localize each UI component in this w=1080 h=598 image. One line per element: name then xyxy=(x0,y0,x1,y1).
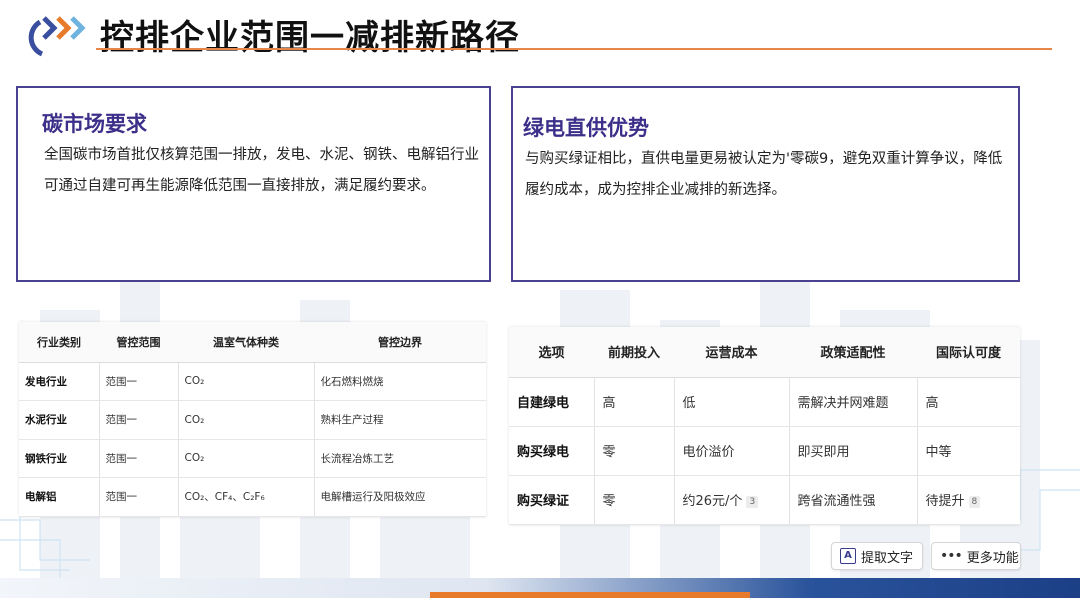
citation-badge[interactable]: 3 xyxy=(746,495,759,508)
card-body: 全国碳市场首批仅核算范围一排放，发电、水泥、钢铁、电解铝行业可通过自建可再生能源… xyxy=(44,147,479,194)
table-row: 发电行业 范围一 CO₂ 化石燃料燃烧 xyxy=(19,362,486,401)
table-cell: CO₂ xyxy=(178,400,315,440)
table-cell: 长流程冶炼工艺 xyxy=(314,439,486,478)
table-header-row: 行业类别 管控范围 温室气体种类 管控边界 xyxy=(19,322,486,363)
table-cell: 发电行业 xyxy=(19,362,100,401)
table-cell: CO₂、CF₄、C₂F₆ xyxy=(178,477,315,517)
table-cell: 零 xyxy=(594,426,675,476)
table-cell: CO₂ xyxy=(178,439,315,478)
table-row: 购买绿证 零 约26元/个 3 跨省流通性强 待提升 8 xyxy=(509,475,1020,525)
extract-text-button[interactable]: A 提取文字 xyxy=(831,542,923,570)
table-cell: 范围一 xyxy=(99,439,179,478)
text-extract-icon: A xyxy=(840,548,856,564)
table-cell: 高 xyxy=(917,377,1020,427)
column-header: 管控边界 xyxy=(314,322,486,363)
table-cell: 零 xyxy=(594,475,675,525)
green-power-options-table: 选项 前期投入 运营成本 政策适配性 国际认可度 自建绿电 高 低 需解决并网难… xyxy=(509,327,1020,525)
page-title: 控排企业范围一减排新路径 xyxy=(100,18,520,58)
column-header: 国际认可度 xyxy=(917,327,1020,378)
table-row: 水泥行业 范围一 CO₂ 熟料生产过程 xyxy=(19,400,486,440)
more-functions-label: 更多功能 xyxy=(966,550,1019,566)
table-cell: 购买绿证 xyxy=(509,475,595,525)
table-cell: 钢铁行业 xyxy=(19,439,100,478)
table-cell: 跨省流通性强 xyxy=(789,475,918,525)
table-cell: 化石燃料燃烧 xyxy=(314,362,486,401)
footer-color-bar xyxy=(0,578,1080,598)
card-body: 与购买绿证相比，直供电量更易被认定为'零碳9，避免双重计算争议，降低履约成本，成… xyxy=(525,151,1003,198)
table-cell: 范围一 xyxy=(99,362,179,401)
table-row: 电解铝 范围一 CO₂、CF₄、C₂F₆ 电解槽运行及阳极效应 xyxy=(19,477,486,517)
table-cell: 范围一 xyxy=(99,400,179,440)
table-cell: 熟料生产过程 xyxy=(314,400,486,440)
extract-text-label: 提取文字 xyxy=(861,550,914,566)
green-power-card: 绿电直供优势 与购买绿证相比，直供电量更易被认定为'零碳9，避免双重计算争议，降… xyxy=(511,86,1020,282)
column-header: 选项 xyxy=(509,327,594,378)
table-header-row: 选项 前期投入 运营成本 政策适配性 国际认可度 xyxy=(509,327,1020,378)
table-cell: 水泥行业 xyxy=(19,400,100,440)
table-cell: 范围一 xyxy=(99,477,179,517)
chevron-logo-icon xyxy=(28,16,86,57)
table-cell: 中等 xyxy=(917,426,1020,476)
more-functions-button[interactable]: ••• 更多功能 xyxy=(931,542,1021,570)
table-cell: 电价溢价 xyxy=(674,426,790,476)
column-header: 运营成本 xyxy=(674,327,789,378)
table-cell: 需解决并网难题 xyxy=(789,377,918,427)
table-cell: 购买绿电 xyxy=(509,426,595,476)
table-row: 自建绿电 高 低 需解决并网难题 高 xyxy=(509,377,1020,427)
table-cell: 高 xyxy=(594,377,675,427)
column-header: 温室气体种类 xyxy=(178,322,314,363)
column-header: 政策适配性 xyxy=(789,327,917,378)
cell-text: 待提升 xyxy=(925,494,965,509)
table-cell: 待提升 8 xyxy=(917,475,1020,525)
table-cell: CO₂ xyxy=(178,362,315,401)
card-title: 绿电直供优势 xyxy=(523,116,649,140)
table-cell: 电解铝 xyxy=(19,477,100,517)
carbon-market-card: 碳市场要求 全国碳市场首批仅核算范围一排放，发电、水泥、钢铁、电解铝行业可通过自… xyxy=(16,86,491,282)
column-header: 管控范围 xyxy=(99,322,178,363)
title-divider xyxy=(96,48,1052,50)
table-row: 钢铁行业 范围一 CO₂ 长流程冶炼工艺 xyxy=(19,439,486,478)
cell-text: 约26元/个 xyxy=(682,494,743,509)
table-row: 购买绿电 零 电价溢价 即买即用 中等 xyxy=(509,426,1020,476)
card-title: 碳市场要求 xyxy=(42,112,147,136)
industry-scope-table: 行业类别 管控范围 温室气体种类 管控边界 发电行业 范围一 CO₂ 化石燃料燃… xyxy=(19,322,486,517)
column-header: 前期投入 xyxy=(594,327,674,378)
citation-badge[interactable]: 8 xyxy=(968,495,981,508)
table-cell: 低 xyxy=(674,377,790,427)
table-cell: 约26元/个 3 xyxy=(674,475,790,525)
table-cell: 电解槽运行及阳极效应 xyxy=(314,477,486,517)
table-cell: 即买即用 xyxy=(789,426,918,476)
table-cell: 自建绿电 xyxy=(509,377,595,427)
more-dots-icon: ••• xyxy=(940,548,963,564)
column-header: 行业类别 xyxy=(19,322,99,363)
